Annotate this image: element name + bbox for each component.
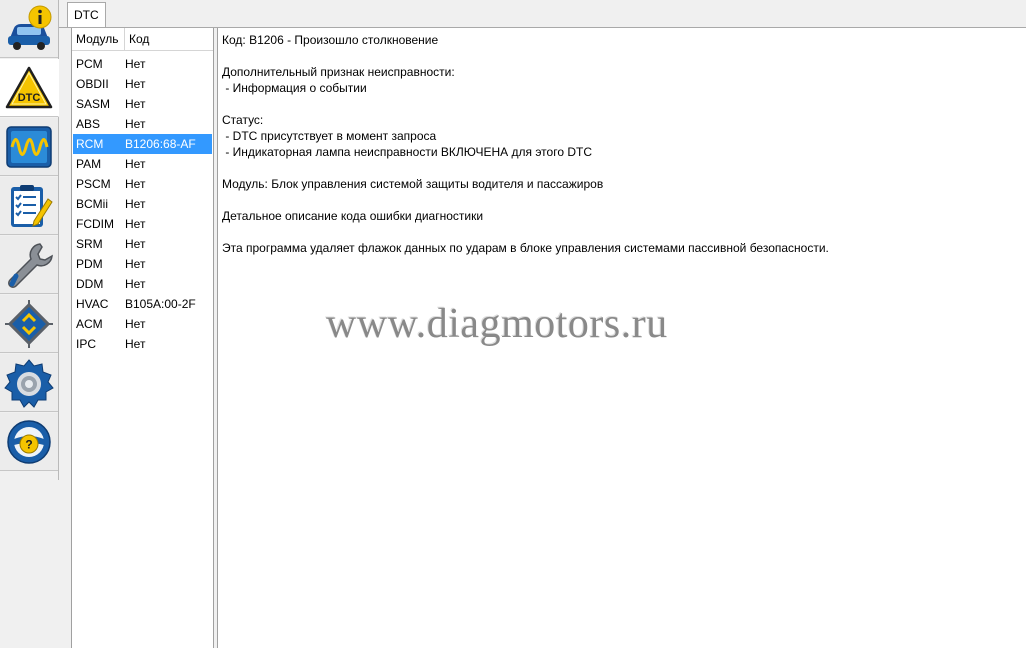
list-item[interactable]: ACM Нет — [72, 314, 213, 334]
module-name: RCM — [76, 137, 104, 151]
service-button[interactable] — [0, 236, 58, 294]
module-name: BCMii — [76, 197, 108, 211]
dtc-badge-text: DTC — [18, 92, 41, 104]
dtc-code: Нет — [125, 237, 146, 251]
settings-button[interactable] — [0, 354, 58, 412]
list-item[interactable]: SASM Нет — [72, 94, 213, 114]
wrench-icon — [8, 242, 53, 288]
module-name: PCM — [76, 57, 103, 71]
dtc-code: Нет — [125, 57, 146, 71]
dtc-code: Нет — [125, 157, 146, 171]
module-name: PAM — [76, 157, 102, 171]
column-header-code[interactable]: Код — [125, 28, 213, 50]
module-programming-icon — [5, 299, 53, 348]
module-name: PDM — [76, 257, 103, 271]
svg-text:?: ? — [25, 437, 32, 451]
list-item[interactable]: DDM Нет — [72, 274, 213, 294]
module-name: IPC — [76, 337, 97, 351]
tab-dtc[interactable]: DTC — [67, 2, 106, 27]
watermark: www.diagmotors.ru — [326, 301, 668, 347]
list-item[interactable]: FCDIM Нет — [72, 214, 213, 234]
dtc-code: Нет — [125, 197, 146, 211]
detail-extra-item: - Информация о событии — [222, 81, 367, 95]
list-item[interactable]: PAM Нет — [72, 154, 213, 174]
vehicle-info-button[interactable] — [0, 0, 58, 58]
list-item[interactable]: PSCM Нет — [72, 174, 213, 194]
module-name: ABS — [76, 117, 101, 131]
module-name: FCDIM — [76, 217, 114, 231]
list-header: Модуль Код — [72, 28, 213, 51]
detail-status-2: - Индикаторная лампа неисправности ВКЛЮЧ… — [222, 145, 592, 159]
module-name: SASM — [76, 97, 111, 111]
list-item[interactable]: HVAC B105A:00-2F — [72, 294, 213, 314]
checklist-button[interactable] — [0, 177, 58, 235]
dtc-code: Нет — [125, 117, 146, 131]
dtc-code: B1206:68-AF — [125, 137, 196, 151]
help-steering-wheel-icon: ? — [7, 419, 51, 464]
dtc-code: Нет — [125, 257, 146, 271]
tab-strip: DTC — [59, 0, 1026, 28]
module-name: ACM — [76, 317, 103, 331]
checklist-icon — [11, 184, 53, 227]
module-list-panel: Модуль Код PCM Нет OBDII Нет SASM Нет ABS Нет RC… — [71, 28, 214, 648]
oscilloscope-button[interactable] — [0, 118, 58, 176]
list-item[interactable]: OBDII Нет — [72, 74, 213, 94]
dtc-code: B105A:00-2F — [125, 297, 196, 311]
list-item[interactable]: IPC Нет — [72, 334, 213, 354]
list-item[interactable]: PDM Нет — [72, 254, 213, 274]
list-item[interactable]: BCMii Нет — [72, 194, 213, 214]
dtc-code: Нет — [125, 77, 146, 91]
module-programming-button[interactable] — [0, 295, 58, 353]
detail-description-title: Детальное описание кода ошибки диагности… — [222, 209, 484, 223]
dtc-code: Нет — [125, 97, 146, 111]
dtc-code: Нет — [125, 217, 146, 231]
detail-extra-title: Дополнительный признак неисправности: — [222, 65, 455, 79]
dtc-code: Нет — [125, 177, 146, 191]
detail-status-title: Статус: — [222, 113, 264, 127]
module-name: HVAC — [76, 297, 109, 311]
dtc-code: Нет — [125, 337, 146, 351]
module-name: DDM — [76, 277, 104, 291]
detail-status-1: - DTC присутствует в момент запроса — [222, 129, 437, 143]
dtc-button[interactable]: DTC — [0, 59, 59, 117]
detail-module-line: Модуль: Блок управления системой защиты … — [222, 177, 604, 191]
module-rows: PCM Нет OBDII Нет SASM Нет ABS Нет RCM B1206:68-A… — [72, 51, 213, 354]
dtc-warning-icon: DTC — [5, 66, 53, 108]
settings-gear-icon — [4, 358, 54, 408]
module-name: SRM — [76, 237, 103, 251]
vehicle-info-icon — [8, 5, 52, 50]
left-toolbar: DTC ? — [0, 0, 59, 480]
dtc-code: Нет — [125, 277, 146, 291]
detail-description-text: Эта программа удаляет флажок данных по у… — [222, 241, 829, 255]
module-name: PSCM — [76, 177, 111, 191]
list-item[interactable]: SRM Нет — [72, 234, 213, 254]
module-name: OBDII — [76, 77, 109, 91]
dtc-code: Нет — [125, 317, 146, 331]
list-item[interactable]: ABS Нет — [72, 114, 213, 134]
list-item[interactable]: PCM Нет — [72, 54, 213, 74]
detail-code-line: Код: B1206 - Произошло столкновение — [222, 33, 439, 47]
help-button[interactable]: ? — [0, 413, 58, 471]
column-header-module[interactable]: Модуль — [72, 28, 125, 50]
oscilloscope-icon — [6, 125, 52, 168]
list-item[interactable]: RCM B1206:68-AF — [73, 134, 212, 154]
